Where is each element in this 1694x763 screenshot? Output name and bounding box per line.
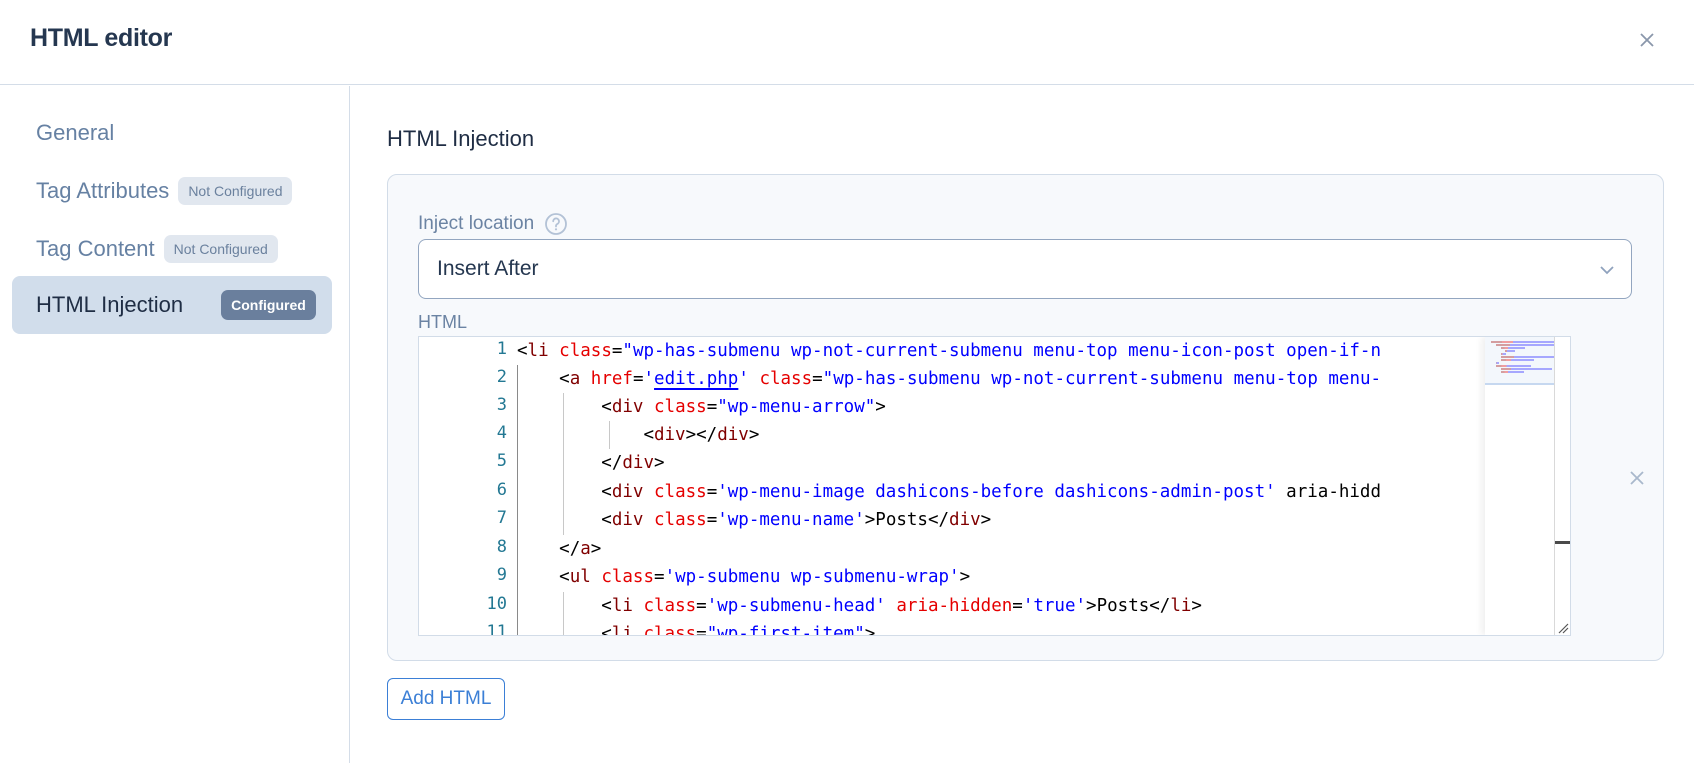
line-number: 8 [496,537,507,557]
code-line: <div class='wp-menu-image dashicons-befo… [601,482,1381,502]
line-number: 11 [486,622,507,636]
minimap-line [1500,359,1534,361]
modal-title: HTML editor [30,24,173,52]
line-number: 10 [486,594,507,614]
line-number: 5 [496,451,507,471]
close-icon [1640,33,1654,47]
code-line: <li class='wp-submenu-head' aria-hidden=… [601,596,1202,616]
close-icon [1630,471,1644,485]
code-line: <div class='wp-menu-name'>Posts</div> [601,510,992,530]
code-line: </a> [559,539,602,559]
sidebar-item-tag-attributes[interactable]: Tag Attributes Not Configured [12,162,332,220]
sidebar-item-html-injection[interactable]: HTML Injection Configured [12,276,332,334]
sidebar-nav: General Tag Attributes Not Configured Ta… [0,86,350,763]
line-number: 4 [496,423,507,443]
question-circle-icon[interactable] [544,212,568,236]
inject-location-label: Inject location [418,212,568,236]
sidebar-item-tag-content[interactable]: Tag Content Not Configured [12,220,332,278]
line-number: 2 [496,367,507,387]
code-text-area[interactable]: <li class="wp-has-submenu wp-not-current… [517,337,1487,635]
sidebar-item-general[interactable]: General [12,104,332,162]
html-label: HTML [418,312,467,332]
html-code-editor[interactable]: 1 2 3 4 5 6 7 8 9 10 11 <li class="wp-ha… [418,336,1571,636]
remove-html-button[interactable] [1626,467,1648,489]
html-injection-panel: Inject location Insert After HTML 1 2 3 … [387,174,1664,661]
close-button[interactable] [1635,28,1659,52]
code-line: <li class="wp-first-item"> [601,624,876,635]
main-content: HTML Injection Inject location Insert Af… [351,86,1694,763]
inject-location-select[interactable]: Insert After [418,239,1632,299]
sidebar-item-label: HTML Injection [36,292,184,317]
minimap-line [1495,365,1531,367]
code-line: <div class="wp-menu-arrow"> [601,397,886,417]
minimap-line [1500,368,1552,370]
line-number: 7 [496,508,507,528]
line-number: 6 [496,480,507,500]
status-badge: Not Configured [163,235,278,263]
sidebar-item-label: Tag Attributes [36,178,170,203]
status-badge: Configured [221,290,316,320]
minimap-line [1500,371,1524,373]
line-number: 1 [496,339,507,359]
chevron-down-icon [1600,266,1614,275]
code-line: <div></div> [643,425,760,445]
scrollbar-position-marker [1555,541,1570,544]
sidebar-item-label: Tag Content [36,236,155,261]
modal-header: HTML editor [0,0,1694,85]
code-line: </div> [601,453,665,473]
minimap-line [1505,350,1516,352]
section-title: HTML Injection [387,126,535,151]
line-number-gutter: 1 2 3 4 5 6 7 8 9 10 11 [419,337,517,635]
code-line: <a href='edit.php' class="wp-has-submenu… [559,369,1382,389]
code-line: <li class="wp-has-submenu wp-not-current… [517,341,1381,361]
editor-scrollbar[interactable] [1554,337,1570,635]
sidebar-item-label: General [36,120,115,145]
line-number: 3 [496,395,507,415]
line-number: 9 [496,565,507,585]
minimap-line [1495,362,1500,364]
add-html-button[interactable]: Add HTML [387,678,505,720]
code-line: <ul class='wp-submenu wp-submenu-wrap'> [559,567,971,587]
minimap-line [1500,353,1506,355]
minimap-line [1500,347,1525,349]
status-badge: Not Configured [178,177,293,205]
inject-location-label-text: Inject location [418,213,535,234]
resize-handle-icon[interactable] [1557,622,1569,634]
inject-location-value: Insert After [437,257,539,280]
